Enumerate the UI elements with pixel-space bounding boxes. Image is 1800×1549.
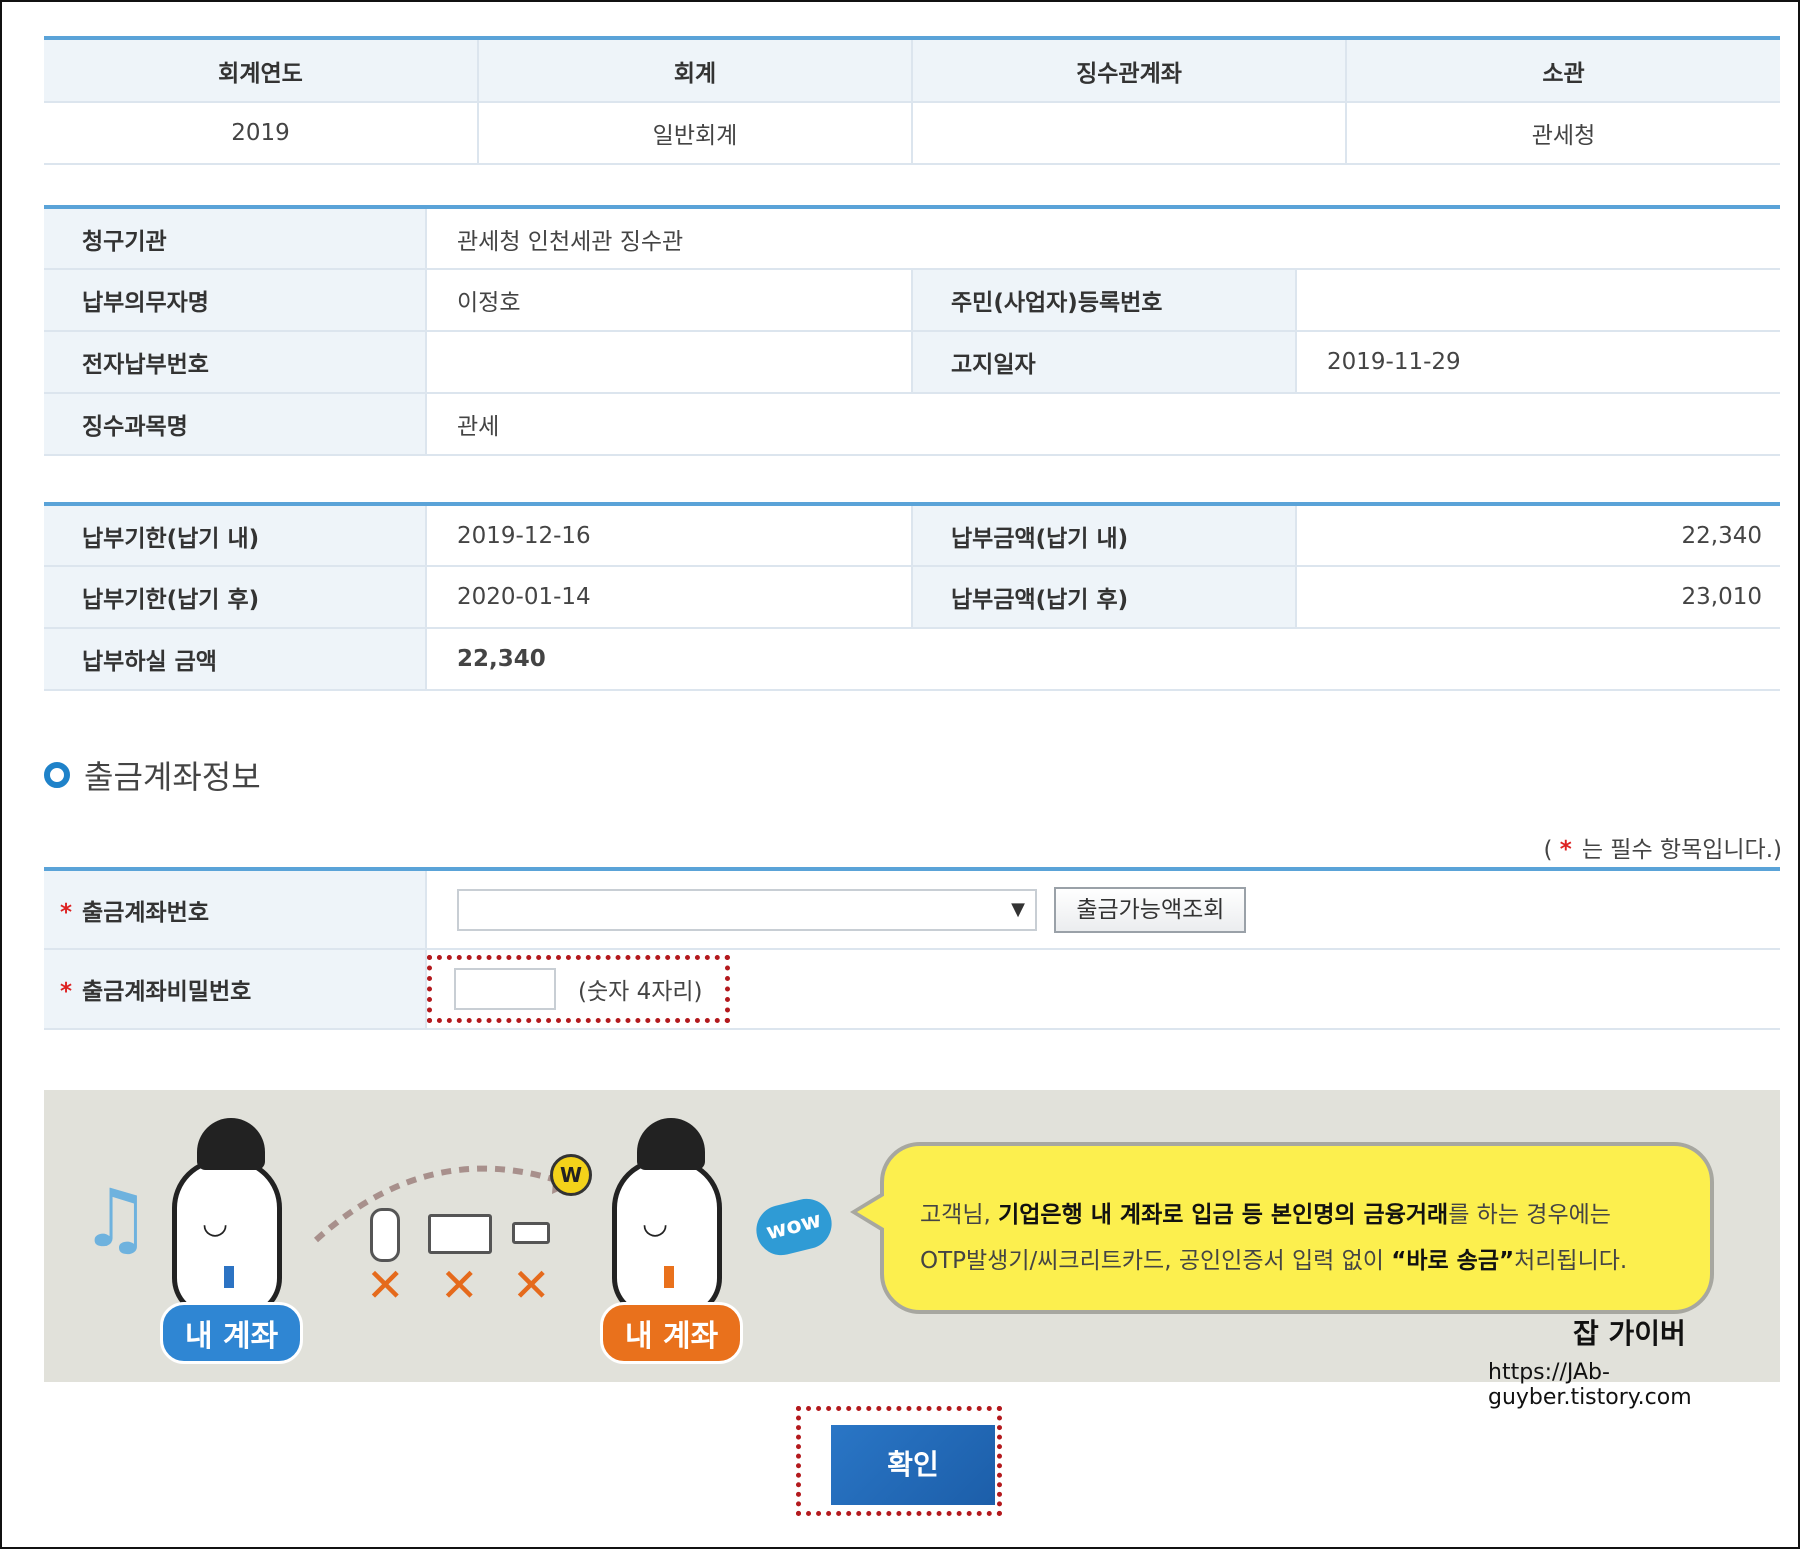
amount-after-value: 23,010 <box>1296 566 1780 629</box>
character-tie <box>664 1266 674 1288</box>
watermark-url: https://JAb-guyber.tistory.com <box>1488 1360 1692 1410</box>
bubble-line-2: OTP발생기/씨크리트카드, 공인인증서 입력 없이 “바로 송금”처리됩니다. <box>920 1238 1680 1284</box>
speech-bubble: 고객님, 기업은행 내 계좌로 입금 등 본인명의 금융거래를 하는 경우에는 … <box>880 1142 1714 1314</box>
usb-cert-icon <box>512 1222 550 1244</box>
password-label: 출금계좌비밀번호 <box>82 979 252 1005</box>
cell-account-type: 일반회계 <box>478 102 913 165</box>
confirm-highlight-box: 확인 <box>796 1406 1002 1516</box>
account-no-select[interactable]: ▼ <box>457 888 1037 931</box>
password-input[interactable] <box>454 968 556 1010</box>
x-mark-icon: ✕ <box>512 1258 551 1312</box>
promo-banner: ♫ ◡ 내 계좌 ✕ ✕ ✕ W ◡ 내 계좌 wow 고객님, 기업은행 내 … <box>44 1090 1780 1382</box>
required-note: ( * 는 필수 항목입니다.) <box>1543 830 1782 864</box>
password-label-cell: * 출금계좌비밀번호 <box>44 949 427 1030</box>
msg-line2-prefix: OTP발생기/씨크리트카드, 공인인증서 입력 없이 <box>920 1248 1392 1274</box>
claim-org-value: 관세청 인천세관 징수관 <box>426 207 1780 270</box>
pay-amount-label: 납부하실 금액 <box>44 628 427 691</box>
bill-info-table: 청구기관 관세청 인천세관 징수관 납부의무자명 이정호 주민(사업자)등록번호… <box>44 205 1780 456</box>
reg-no-label: 주민(사업자)등록번호 <box>912 269 1297 332</box>
watermark-name: 잡 가이버 <box>1573 1317 1686 1350</box>
left-account-pill: 내 계좌 <box>160 1302 304 1364</box>
character-hair <box>637 1118 705 1170</box>
bullet-ring-icon <box>44 762 70 788</box>
msg-bold-2: “바로 송금” <box>1391 1248 1515 1274</box>
msg-suffix: 처리됩니다. <box>1514 1248 1628 1274</box>
check-balance-button[interactable]: 출금가능액조회 <box>1054 886 1247 933</box>
payer-label: 납부의무자명 <box>44 269 427 332</box>
x-mark-icon: ✕ <box>366 1258 405 1312</box>
password-hint: (숫자 4자리) <box>578 979 703 1005</box>
otp-device-icon <box>370 1208 400 1262</box>
notice-date-value: 2019-11-29 <box>1296 331 1780 394</box>
amount-after-label: 납부금액(납기 후) <box>912 566 1297 629</box>
required-note-open: ( <box>1543 837 1553 863</box>
subject-label: 징수과목명 <box>44 393 427 456</box>
wow-bubble: wow <box>751 1193 837 1261</box>
payer-value: 이정호 <box>426 269 913 332</box>
bubble-line-1: 고객님, 기업은행 내 계좌로 입금 등 본인명의 금융거래를 하는 경우에는 <box>920 1192 1680 1238</box>
amount-in-value: 22,340 <box>1296 504 1780 567</box>
required-star-icon: * <box>60 979 73 1005</box>
left-character: ◡ <box>172 1118 292 1318</box>
character-face: ◡ <box>642 1206 669 1241</box>
account-no-label-cell: * 출금계좌번호 <box>44 869 427 950</box>
speech-tail-inner <box>857 1194 887 1230</box>
won-coin-icon: W <box>550 1154 592 1196</box>
cell-jurisdiction: 관세청 <box>1346 102 1780 165</box>
character-hair <box>197 1118 265 1170</box>
confirm-button[interactable]: 확인 <box>831 1425 995 1505</box>
right-account-pill: 내 계좌 <box>600 1302 744 1364</box>
music-note-icon: ♫ <box>80 1172 152 1265</box>
due-in-label: 납부기한(납기 내) <box>44 504 427 567</box>
cell-fiscal-year: 2019 <box>44 102 479 165</box>
pay-amount-value: 22,340 <box>426 628 1780 691</box>
epay-no-label: 전자납부번호 <box>44 331 427 394</box>
msg-prefix: 고객님, <box>920 1202 999 1228</box>
notice-date-label: 고지일자 <box>912 331 1297 394</box>
account-no-cell: ▼ 출금가능액조회 <box>426 869 1780 950</box>
header-collector-account: 징수관계좌 <box>912 38 1347 103</box>
required-star-icon: * <box>60 899 73 926</box>
reg-no-value <box>1296 269 1780 332</box>
header-jurisdiction: 소관 <box>1346 38 1780 103</box>
claim-org-label: 청구기관 <box>44 207 427 270</box>
due-after-label: 납부기한(납기 후) <box>44 566 427 629</box>
cell-collector-account <box>912 102 1347 165</box>
subject-value: 관세 <box>426 393 1780 456</box>
section-title-text: 출금계좌정보 <box>84 758 261 796</box>
summary-table: 회계연도 회계 징수관계좌 소관 2019 일반회계 관세청 <box>44 36 1780 165</box>
x-mark-icon: ✕ <box>440 1258 479 1312</box>
due-in-value: 2019-12-16 <box>426 504 913 567</box>
security-card-icon <box>428 1214 492 1254</box>
account-no-label: 출금계좌번호 <box>82 899 209 926</box>
amount-in-label: 납부금액(납기 내) <box>912 504 1297 567</box>
password-highlight-box: (숫자 4자리) <box>427 955 730 1023</box>
account-form-table: * 출금계좌번호 ▼ 출금가능액조회 * 출금계좌비밀번호 (숫자 4자리) <box>44 867 1780 1030</box>
password-cell: (숫자 4자리) <box>426 949 1780 1030</box>
section-title: 출금계좌정보 <box>44 752 261 798</box>
epay-no-value <box>426 331 913 394</box>
required-note-text: 는 필수 항목입니다.) <box>1581 837 1782 863</box>
header-fiscal-year: 회계연도 <box>44 38 479 103</box>
character-tie <box>224 1266 234 1288</box>
character-face: ◡ <box>202 1206 229 1241</box>
right-character: ◡ <box>612 1118 732 1318</box>
due-after-value: 2020-01-14 <box>426 566 913 629</box>
dropdown-arrow-icon: ▼ <box>1011 898 1025 920</box>
msg-bold-1: 기업은행 내 계좌로 입금 등 본인명의 금융거래 <box>998 1202 1449 1228</box>
required-star-icon: * <box>1559 837 1572 863</box>
header-account-type: 회계 <box>478 38 913 103</box>
msg-mid: 를 하는 경우에는 <box>1448 1202 1611 1228</box>
payment-info-table: 납부기한(납기 내) 2019-12-16 납부금액(납기 내) 22,340 … <box>44 502 1780 691</box>
